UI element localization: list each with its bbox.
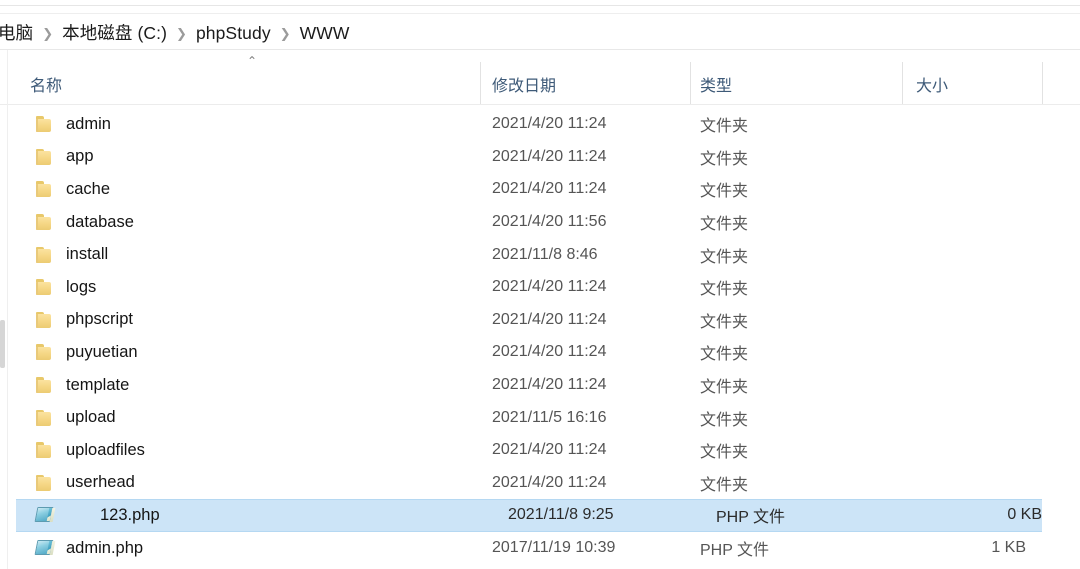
file-type: PHP 文件 (700, 542, 770, 560)
php-file-icon (34, 537, 56, 559)
file-name: upload (66, 408, 116, 427)
file-date-modified: 2021/11/8 9:25 (508, 506, 614, 524)
file-type: 文件夹 (700, 118, 749, 136)
folder-icon (34, 146, 56, 168)
file-date-modified: 2021/4/20 11:24 (492, 310, 607, 328)
breadcrumb-item[interactable]: 电脑 (0, 23, 33, 43)
breadcrumb-item[interactable]: phpStudy (196, 23, 271, 43)
breadcrumb-separator-icon: ❯ (42, 25, 54, 41)
file-list: admin 2021/4/20 11:24 文件夹 app 2021/4/20 11:2… (0, 108, 1080, 564)
file-row[interactable]: cache 2021/4/20 11:24 文件夹 (0, 173, 1080, 206)
address-bar[interactable]: 电脑 ❯ 本地磁盘 (C:) ❯ phpStudy ❯ WWW (0, 16, 1080, 48)
file-name: database (66, 212, 134, 231)
file-type: 文件夹 (700, 444, 749, 462)
file-date-modified: 2021/4/20 11:24 (492, 376, 607, 394)
file-date-modified: 2021/4/20 11:56 (492, 213, 607, 231)
file-row[interactable]: upload 2021/11/5 16:16 文件夹 (0, 401, 1080, 434)
file-type: 文件夹 (700, 150, 749, 168)
file-size: 0 KB (1007, 506, 1042, 524)
file-name: cache (66, 179, 111, 198)
folder-icon (34, 276, 56, 298)
file-row[interactable]: userhead 2021/4/20 11:24 文件夹 (0, 467, 1080, 500)
file-row[interactable]: install 2021/11/8 8:46 文件夹 (0, 238, 1080, 271)
file-name: admin.php (66, 538, 144, 557)
file-size: 1 KB (991, 539, 1026, 557)
file-date-modified: 2021/4/20 11:24 (492, 441, 607, 459)
file-name: puyuetian (66, 342, 138, 361)
file-type: 文件夹 (700, 379, 749, 397)
breadcrumb-item[interactable]: 本地磁盘 (C:) (62, 23, 167, 43)
column-header-bottom-divider (0, 104, 1080, 105)
file-row[interactable]: admin 2021/4/20 11:24 文件夹 (0, 108, 1080, 141)
file-type: 文件夹 (700, 346, 749, 364)
column-resize-handle-name[interactable] (480, 62, 481, 104)
file-name: uploadfiles (66, 440, 145, 459)
folder-icon (34, 341, 56, 363)
column-header-date-modified[interactable]: 修改日期 (492, 66, 556, 101)
folder-icon (34, 309, 56, 331)
folder-icon (34, 211, 56, 233)
file-type: 文件夹 (700, 476, 749, 494)
file-date-modified: 2021/4/20 11:24 (492, 278, 607, 296)
column-resize-handle-date[interactable] (690, 62, 691, 104)
column-header-name[interactable]: 名称 (30, 66, 62, 101)
column-header-row: 名称 修改日期 类型 大小 (0, 66, 1080, 101)
file-name: install (66, 245, 109, 264)
folder-icon (34, 113, 56, 135)
file-name: template (66, 375, 130, 394)
file-name: admin (66, 114, 111, 133)
file-date-modified: 2017/11/19 10:39 (492, 539, 616, 557)
folder-icon (34, 244, 56, 266)
file-row[interactable]: template 2021/4/20 11:24 文件夹 (0, 369, 1080, 402)
file-type: 文件夹 (700, 411, 749, 429)
file-type: 文件夹 (700, 248, 749, 266)
column-header-type[interactable]: 类型 (700, 66, 732, 101)
file-name: app (66, 147, 94, 166)
file-date-modified: 2021/4/20 11:24 (492, 147, 607, 165)
php-file-icon (34, 504, 56, 526)
file-type: 文件夹 (700, 183, 749, 201)
file-row[interactable]: admin.php 2017/11/19 10:39 PHP 文件 1 KB (0, 532, 1080, 565)
file-explorer-window: 电脑 ❯ 本地磁盘 (C:) ❯ phpStudy ❯ WWW ⌃ 名称 修改日期 类型 大… (0, 0, 1080, 569)
file-name: logs (66, 277, 97, 296)
folder-icon (34, 407, 56, 429)
folder-icon (34, 472, 56, 494)
window-top-divider-secondary (0, 13, 1080, 14)
breadcrumb-separator-icon: ❯ (279, 25, 291, 41)
file-row[interactable]: puyuetian 2021/4/20 11:24 文件夹 (0, 336, 1080, 369)
column-header-top-divider (0, 49, 1080, 50)
file-row-selected[interactable]: 123.php 2021/11/8 9:25 PHP 文件 0 KB (16, 499, 1042, 532)
breadcrumb-item[interactable]: WWW (300, 23, 350, 43)
folder-icon (34, 374, 56, 396)
file-date-modified: 2021/4/20 11:24 (492, 115, 607, 133)
column-resize-handle-size[interactable] (1042, 62, 1043, 104)
file-row[interactable]: phpscript 2021/4/20 11:24 文件夹 (0, 304, 1080, 337)
file-row[interactable]: logs 2021/4/20 11:24 文件夹 (0, 271, 1080, 304)
column-resize-handle-type[interactable] (902, 62, 903, 104)
folder-icon (34, 178, 56, 200)
column-header-size[interactable]: 大小 (916, 66, 948, 101)
file-date-modified: 2021/4/20 11:24 (492, 473, 607, 491)
file-row[interactable]: uploadfiles 2021/4/20 11:24 文件夹 (0, 434, 1080, 467)
file-date-modified: 2021/11/5 16:16 (492, 408, 607, 426)
file-type: 文件夹 (700, 281, 749, 299)
file-type: PHP 文件 (716, 509, 786, 527)
breadcrumb[interactable]: 电脑 ❯ 本地磁盘 (C:) ❯ phpStudy ❯ WWW (0, 20, 349, 45)
file-name: 123.php (100, 505, 160, 524)
file-row[interactable]: database 2021/4/20 11:56 文件夹 (0, 206, 1080, 239)
file-date-modified: 2021/4/20 11:24 (492, 343, 607, 361)
folder-icon (34, 439, 56, 461)
file-type: 文件夹 (700, 216, 749, 234)
breadcrumb-separator-icon: ❯ (176, 25, 187, 41)
file-name: phpscript (66, 310, 133, 329)
file-row[interactable]: app 2021/4/20 11:24 文件夹 (0, 141, 1080, 174)
window-top-divider (0, 5, 1080, 6)
file-type: 文件夹 (700, 313, 749, 331)
file-date-modified: 2021/11/8 8:46 (492, 245, 598, 263)
file-name: userhead (66, 473, 135, 492)
file-date-modified: 2021/4/20 11:24 (492, 180, 607, 198)
